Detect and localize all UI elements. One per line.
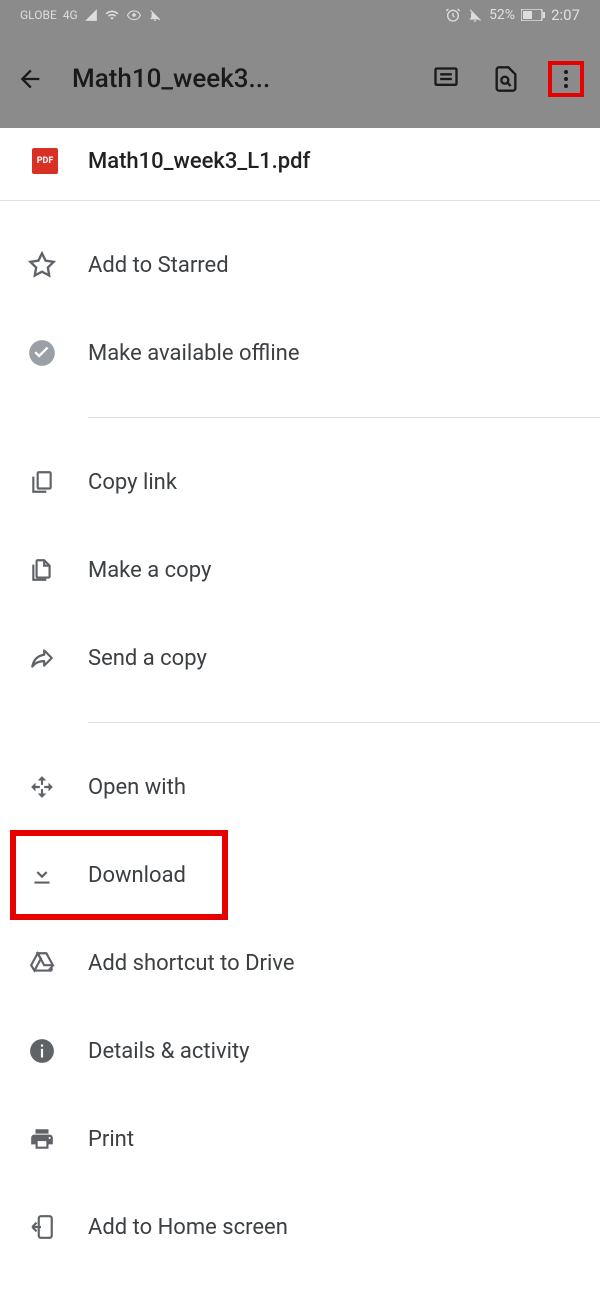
file-name: Math10_week3_L1.pdf bbox=[88, 149, 310, 174]
eye-icon bbox=[126, 8, 142, 22]
comment-icon bbox=[432, 65, 460, 93]
menu-item-print[interactable]: Print bbox=[0, 1095, 600, 1183]
offline-icon bbox=[28, 339, 56, 367]
menu-item-details[interactable]: Details & activity bbox=[0, 1007, 600, 1095]
carrier-label: GLOBE bbox=[20, 8, 57, 22]
info-icon bbox=[28, 1037, 56, 1065]
more-vert-icon bbox=[554, 67, 578, 91]
menu-item-copylink[interactable]: Copy link bbox=[0, 438, 600, 526]
download-icon bbox=[28, 861, 56, 889]
time-label: 2:07 bbox=[551, 6, 580, 24]
menu-label-offline: Make available offline bbox=[88, 341, 299, 366]
menu-item-makecopy[interactable]: Make a copy bbox=[0, 526, 600, 614]
make-copy-icon bbox=[28, 556, 56, 584]
wifi-icon bbox=[104, 8, 120, 22]
battery-icon bbox=[521, 9, 545, 21]
menu-label-openwith: Open with bbox=[88, 775, 186, 800]
menu-label-sendcopy: Send a copy bbox=[88, 646, 207, 671]
signal-icon bbox=[84, 8, 98, 22]
menu-label-copylink: Copy link bbox=[88, 470, 177, 495]
print-icon bbox=[28, 1125, 56, 1153]
app-title: Math10_week3... bbox=[72, 64, 400, 94]
menu-label-makecopy: Make a copy bbox=[88, 558, 211, 583]
network-label: 4G bbox=[63, 8, 78, 22]
menu-item-starred[interactable]: Add to Starred bbox=[0, 221, 600, 309]
menu-item-homescreen[interactable]: Add to Home screen bbox=[0, 1183, 600, 1271]
copy-link-icon bbox=[28, 468, 56, 496]
menu-item-download[interactable]: Download bbox=[0, 831, 600, 919]
arrow-back-icon bbox=[16, 65, 44, 93]
status-left: GLOBE 4G bbox=[20, 8, 162, 22]
send-icon bbox=[28, 644, 56, 672]
menu-item-openwith[interactable]: Open with bbox=[0, 743, 600, 831]
status-right: 52% 2:07 bbox=[445, 6, 580, 24]
back-button[interactable] bbox=[16, 65, 44, 93]
drive-shortcut-icon bbox=[28, 949, 56, 977]
search-in-doc-button[interactable] bbox=[488, 61, 524, 97]
menu-label-starred: Add to Starred bbox=[88, 253, 229, 278]
menu-label-details: Details & activity bbox=[88, 1039, 250, 1064]
app-actions bbox=[428, 61, 584, 97]
star-icon bbox=[28, 251, 56, 279]
bell-off-icon bbox=[467, 7, 483, 23]
open-with-icon bbox=[28, 773, 56, 801]
battery-percent: 52% bbox=[489, 7, 515, 23]
home-screen-icon bbox=[28, 1213, 56, 1241]
menu-label-download: Download bbox=[88, 863, 186, 888]
status-bar: GLOBE 4G 52% 2:07 bbox=[0, 0, 600, 30]
app-bar: Math10_week3... bbox=[0, 30, 600, 128]
menu-item-sendcopy[interactable]: Send a copy bbox=[0, 614, 600, 702]
find-in-page-icon bbox=[492, 65, 520, 93]
file-header: PDF Math10_week3_L1.pdf bbox=[0, 128, 600, 201]
pdf-icon: PDF bbox=[32, 148, 58, 174]
comment-button[interactable] bbox=[428, 61, 464, 97]
menu-item-addshortcut[interactable]: Add shortcut to Drive bbox=[0, 919, 600, 1007]
menu-label-addshortcut: Add shortcut to Drive bbox=[88, 951, 295, 976]
options-sheet: PDF Math10_week3_L1.pdf Add to Starred M… bbox=[0, 128, 600, 1291]
menu-label-homescreen: Add to Home screen bbox=[88, 1215, 288, 1240]
alarm-icon bbox=[445, 7, 461, 23]
dnd-icon bbox=[148, 8, 162, 22]
more-options-button[interactable] bbox=[548, 61, 584, 97]
menu-label-print: Print bbox=[88, 1127, 134, 1152]
menu-item-offline[interactable]: Make available offline bbox=[0, 309, 600, 397]
